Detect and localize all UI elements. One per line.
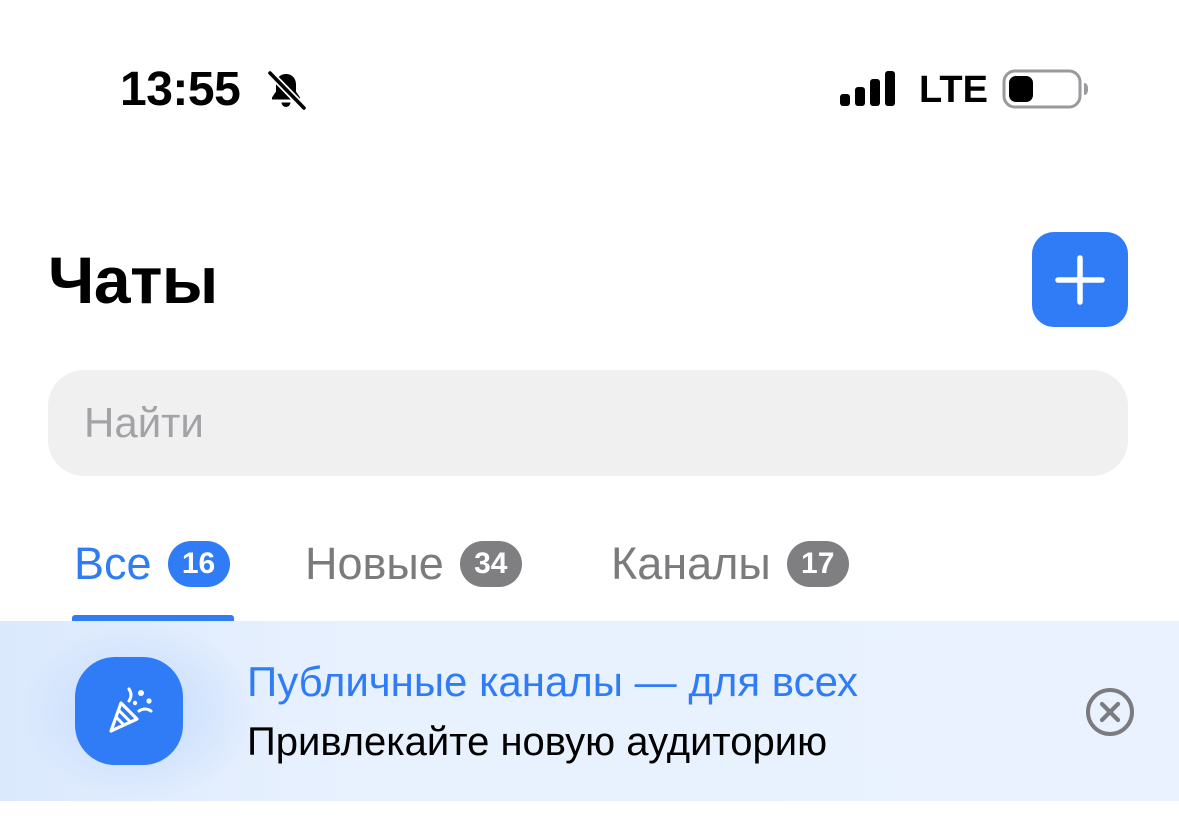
close-circle-icon[interactable] (1083, 685, 1137, 739)
tab-all-badge: 16 (167, 541, 230, 587)
tab-channels-label: Каналы (611, 538, 771, 589)
tab-all[interactable]: Все 16 (74, 534, 230, 594)
bell-slash-icon (266, 69, 308, 112)
promo-banner[interactable]: Публичные каналы — для всех Привлекайте … (0, 621, 1179, 801)
search-input[interactable] (84, 370, 1084, 476)
tab-new[interactable]: Новые 34 (305, 534, 522, 594)
plus-icon (1055, 254, 1105, 305)
battery-icon (1002, 69, 1088, 109)
search-bar[interactable] (48, 370, 1128, 476)
status-time: 13:55 (120, 63, 241, 116)
promo-title: Публичные каналы — для всех (247, 658, 859, 705)
party-popper-icon (109, 687, 153, 733)
tab-channels-badge: 17 (786, 541, 849, 587)
page-title: Чаты (48, 243, 218, 317)
tab-channels[interactable]: Каналы 17 (611, 534, 849, 594)
tab-new-label: Новые (305, 538, 444, 589)
promo-subtitle: Привлекайте новую аудиторию (247, 720, 828, 764)
list-top-edge (0, 801, 1179, 819)
chats-screen: 13:55 LTE Чаты Все 16 Новые 34 (0, 0, 1179, 819)
signal-bars-icon (840, 71, 895, 106)
promo-icon-tile (75, 657, 183, 765)
tab-all-label: Все (74, 538, 152, 589)
network-type: LTE (919, 69, 988, 111)
tab-new-badge: 34 (459, 541, 522, 587)
new-chat-button[interactable] (1032, 232, 1128, 327)
